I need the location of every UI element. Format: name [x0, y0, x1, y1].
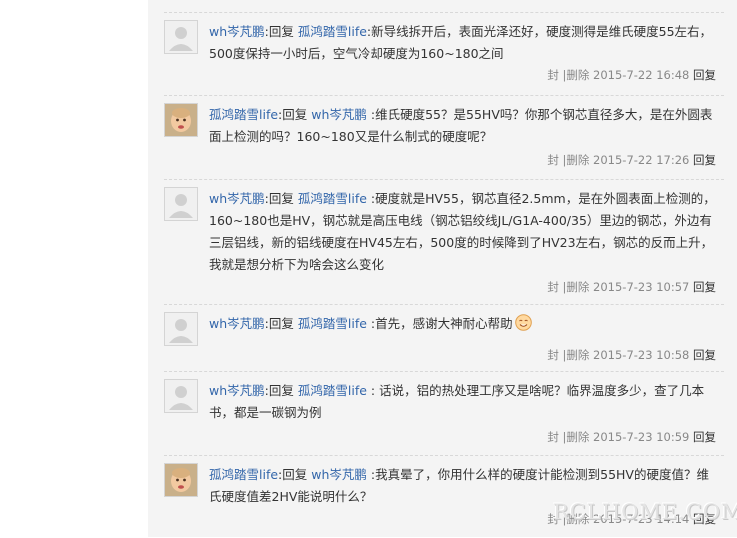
- delete-link[interactable]: 删除: [566, 280, 589, 294]
- site-watermark: RCLHOME.COM: [553, 500, 737, 524]
- reply-word: :回复: [264, 191, 294, 206]
- comment-item: wh岑芃鹏:回复 孤鸿踏雪life : 话说，铝的热处理工序又是啥呢？临界温度多…: [164, 371, 724, 452]
- reply-word: :回复: [278, 467, 308, 482]
- comment-actions: 封 |删除 2015-7-22 17:26 回复: [547, 152, 716, 168]
- seal-link[interactable]: 封: [547, 280, 559, 294]
- reply-word: :回复: [264, 316, 294, 331]
- default-avatar-icon[interactable]: [164, 187, 198, 221]
- comment-actions: 封 |删除 2015-7-23 10:57 回复: [547, 279, 716, 295]
- reply-target-link[interactable]: 孤鸿踏雪life: [298, 24, 367, 39]
- reply-link[interactable]: 回复: [693, 153, 716, 167]
- smile-emoji-icon: [514, 314, 532, 331]
- reply-word: :回复: [278, 107, 308, 122]
- default-avatar-icon[interactable]: [164, 312, 198, 346]
- comment-author-link[interactable]: wh岑芃鹏: [209, 24, 265, 39]
- reply-link[interactable]: 回复: [693, 348, 716, 362]
- comment-text: :首先，感谢大神耐心帮助: [366, 316, 513, 331]
- comment-item: 孤鸿踏雪life:回复 wh岑芃鹏 :维氏硬度55？是55HV吗？你那个钢芯直径…: [164, 95, 724, 176]
- comment-item: wh岑芃鹏:回复 孤鸿踏雪life:新导线拆开后，表面光泽还好，硬度测得是维氏硬…: [164, 12, 724, 93]
- reply-target-link[interactable]: 孤鸿踏雪life: [298, 191, 367, 206]
- reply-word: :回复: [264, 383, 294, 398]
- comment-actions: 封 |删除 2015-7-22 16:48 回复: [547, 67, 716, 83]
- reply-target-link[interactable]: wh岑芃鹏: [311, 467, 367, 482]
- default-avatar-icon[interactable]: [164, 379, 198, 413]
- comment-date: 2015-7-23 10:57: [593, 280, 690, 294]
- reply-link[interactable]: 回复: [693, 430, 716, 444]
- seal-link[interactable]: 封: [547, 348, 559, 362]
- reply-link[interactable]: 回复: [693, 68, 716, 82]
- comment-actions: 封 |删除 2015-7-23 10:58 回复: [547, 347, 716, 363]
- comment-author-link[interactable]: 孤鸿踏雪life: [209, 107, 278, 122]
- seal-link[interactable]: 封: [547, 153, 559, 167]
- comment-item: wh岑芃鹏:回复 孤鸿踏雪life :首先，感谢大神耐心帮助 封 |删除 201…: [164, 304, 724, 367]
- reply-word: :回复: [264, 24, 294, 39]
- reply-target-link[interactable]: 孤鸿踏雪life: [298, 316, 367, 331]
- seal-link[interactable]: 封: [547, 430, 559, 444]
- comment-date: 2015-7-23 10:58: [593, 348, 690, 362]
- comment-item: wh岑芃鹏:回复 孤鸿踏雪life :硬度就是HV55，钢芯直径2.5mm，是在…: [164, 179, 724, 304]
- comment-date: 2015-7-22 16:48: [593, 68, 690, 82]
- page-left-margin: [0, 0, 130, 537]
- reply-link[interactable]: 回复: [693, 280, 716, 294]
- comment-author-link[interactable]: wh岑芃鹏: [209, 383, 265, 398]
- comment-author-link[interactable]: 孤鸿踏雪life: [209, 467, 278, 482]
- comment-author-link[interactable]: wh岑芃鹏: [209, 191, 265, 206]
- reply-target-link[interactable]: 孤鸿踏雪life: [298, 383, 371, 398]
- comment-author-link[interactable]: wh岑芃鹏: [209, 316, 265, 331]
- baby-avatar-icon[interactable]: [164, 463, 198, 497]
- delete-link[interactable]: 删除: [566, 348, 589, 362]
- comment-item: 孤鸿踏雪life:回复 wh岑芃鹏 :我真晕了，你用什么样的硬度计能检测到55H…: [164, 455, 724, 538]
- comment-actions: 封 |删除 2015-7-23 10:59 回复: [547, 429, 716, 445]
- reply-target-link[interactable]: wh岑芃鹏: [311, 107, 367, 122]
- delete-link[interactable]: 删除: [566, 430, 589, 444]
- delete-link[interactable]: 删除: [566, 68, 589, 82]
- delete-link[interactable]: 删除: [566, 153, 589, 167]
- baby-avatar-icon[interactable]: [164, 103, 198, 137]
- comment-list: wh岑芃鹏:回复 孤鸿踏雪life:新导线拆开后，表面光泽还好，硬度测得是维氏硬…: [148, 0, 737, 537]
- comment-date: 2015-7-22 17:26: [593, 153, 690, 167]
- comment-date: 2015-7-23 10:59: [593, 430, 690, 444]
- seal-link[interactable]: 封: [547, 68, 559, 82]
- default-avatar-icon[interactable]: [164, 20, 198, 54]
